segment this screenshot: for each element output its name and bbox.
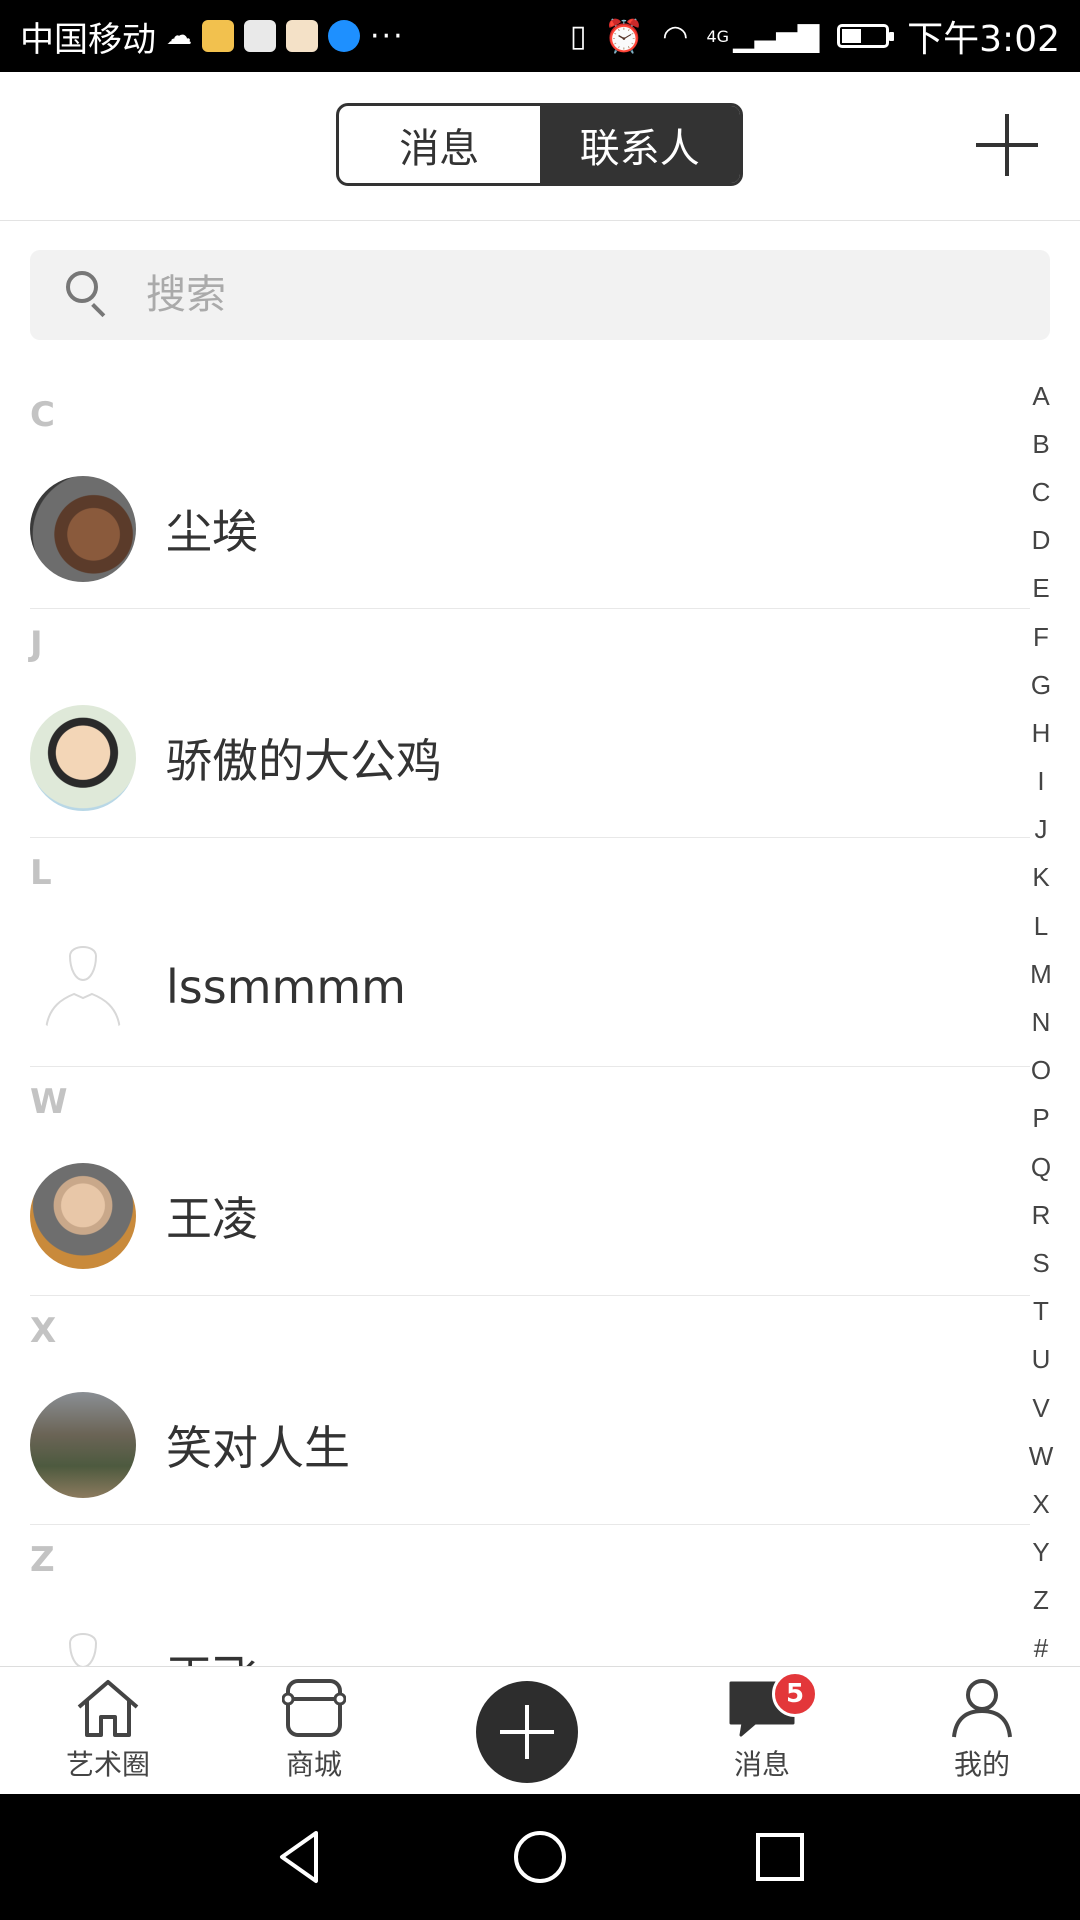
tab-contacts[interactable]: 联系人 xyxy=(539,106,740,183)
wifi-icon: ◠ xyxy=(662,18,689,54)
tab-art-circle[interactable]: 艺术圈 xyxy=(58,1667,158,1795)
tab-mine[interactable]: 我的 xyxy=(932,1667,1032,1795)
weibo-app-icon xyxy=(202,20,234,52)
back-icon[interactable] xyxy=(272,1827,332,1887)
section-header-l: L xyxy=(30,853,52,893)
unread-badge: 5 xyxy=(772,1671,818,1717)
search-icon xyxy=(66,271,114,319)
index-letter[interactable]: Y xyxy=(1018,1529,1064,1577)
index-letter[interactable]: M xyxy=(1018,950,1064,998)
segment-control: 消息 联系人 xyxy=(336,103,743,186)
contact-name: 笑对人生 xyxy=(166,1421,350,1475)
contact-list: C 尘埃 J 骄傲的大公鸡 L lssmmmm W 王凌 X 笑对人生 Z xyxy=(0,380,1080,1666)
index-letter[interactable]: J xyxy=(1018,806,1064,854)
section-header-c: C xyxy=(30,395,55,435)
index-letter[interactable]: F xyxy=(1018,613,1064,661)
index-letter[interactable]: W xyxy=(1018,1432,1064,1480)
index-letter[interactable]: P xyxy=(1018,1095,1064,1143)
alphabet-index-bar[interactable]: A B C D E F G H I J K L M N O P Q R S T U V W X Y Z # xyxy=(1018,372,1064,1664)
index-letter[interactable]: V xyxy=(1018,1384,1064,1432)
top-header: 消息 联系人 xyxy=(0,72,1080,221)
default-avatar-icon xyxy=(30,1621,136,1666)
maps-app-icon xyxy=(244,20,276,52)
tab-messages[interactable]: 消息 xyxy=(339,106,540,183)
section-header-x: X xyxy=(30,1311,57,1351)
index-letter[interactable]: I xyxy=(1018,758,1064,806)
avatar xyxy=(30,1392,136,1498)
tab-shop[interactable]: 商城 xyxy=(264,1667,364,1795)
index-letter[interactable]: X xyxy=(1018,1480,1064,1528)
status-bar: 中国移动 ☁ ··· ▯ ⏰ ◠ 4G ▁▃▅▇ 下午3:02 xyxy=(0,0,1080,72)
qq-app-icon xyxy=(328,20,360,52)
weather-icon: ☁ xyxy=(166,21,192,51)
contact-name: 骄傲的大公鸡 xyxy=(166,734,442,788)
index-letter[interactable]: B xyxy=(1018,420,1064,468)
default-avatar-icon xyxy=(30,934,136,1040)
battery-icon xyxy=(837,24,895,48)
contact-row[interactable]: 笑对人生 xyxy=(30,1366,1030,1525)
contact-row[interactable]: 尘埃 xyxy=(30,450,1030,609)
index-letter[interactable]: R xyxy=(1018,1191,1064,1239)
contact-name: 尘埃 xyxy=(166,505,258,559)
avatar xyxy=(30,705,136,811)
tab-label: 我的 xyxy=(953,1748,1010,1781)
search-input[interactable] xyxy=(144,271,948,319)
index-letter[interactable]: E xyxy=(1018,565,1064,613)
contact-row[interactable]: 正飞 xyxy=(30,1595,1030,1666)
section-header-w: W xyxy=(30,1082,68,1122)
contact-name: lssmmmm xyxy=(166,960,406,1014)
vibrate-icon: ▯ xyxy=(569,18,587,54)
contact-name: 正飞 xyxy=(166,1641,258,1666)
avatar xyxy=(30,1163,136,1269)
home-icon xyxy=(77,1680,139,1737)
more-notifications-icon: ··· xyxy=(370,18,405,54)
index-letter[interactable]: A xyxy=(1018,372,1064,420)
index-letter[interactable]: O xyxy=(1018,1047,1064,1095)
tab-label: 艺术圈 xyxy=(65,1748,150,1781)
avatar xyxy=(30,476,136,582)
index-letter[interactable]: C xyxy=(1018,468,1064,516)
index-letter[interactable]: Z xyxy=(1018,1577,1064,1625)
carrier-label: 中国移动 xyxy=(20,19,156,60)
index-letter[interactable]: N xyxy=(1018,998,1064,1046)
signal-icon: ▁▃▅▇ xyxy=(733,19,820,53)
section-header-z: Z xyxy=(30,1540,55,1580)
system-nav-bar xyxy=(0,1794,1080,1920)
index-letter[interactable]: K xyxy=(1018,854,1064,902)
index-letter[interactable]: L xyxy=(1018,902,1064,950)
add-contact-button[interactable] xyxy=(976,114,1038,176)
contact-row[interactable]: 骄傲的大公鸡 xyxy=(30,679,1030,838)
index-letter[interactable]: S xyxy=(1018,1239,1064,1287)
index-letter[interactable]: Q xyxy=(1018,1143,1064,1191)
network-type-label: 4G xyxy=(706,26,730,46)
yen-app-icon xyxy=(286,20,318,52)
contact-name: 王凌 xyxy=(166,1192,258,1246)
tab-label: 消息 xyxy=(733,1748,790,1781)
search-bar[interactable] xyxy=(30,250,1050,340)
section-header-j: J xyxy=(30,624,43,664)
index-letter[interactable]: U xyxy=(1018,1336,1064,1384)
contact-row[interactable]: 王凌 xyxy=(30,1137,1030,1296)
bottom-tab-bar: 艺术圈 商城 消息 5 我的 xyxy=(0,1666,1080,1795)
alarm-icon: ⏰ xyxy=(604,17,645,55)
contact-row[interactable]: lssmmmm xyxy=(30,908,1030,1067)
index-letter[interactable]: H xyxy=(1018,709,1064,757)
publish-plus-button[interactable] xyxy=(476,1681,578,1783)
index-letter[interactable]: G xyxy=(1018,661,1064,709)
clock-time: 下午3:02 xyxy=(907,19,1060,60)
index-letter[interactable]: D xyxy=(1018,517,1064,565)
recents-icon[interactable] xyxy=(750,1827,810,1887)
shop-icon xyxy=(282,1679,346,1737)
tab-label: 商城 xyxy=(285,1748,342,1781)
user-icon xyxy=(952,1679,1012,1738)
index-letter[interactable]: T xyxy=(1018,1288,1064,1336)
home-circle-icon[interactable] xyxy=(510,1827,570,1887)
